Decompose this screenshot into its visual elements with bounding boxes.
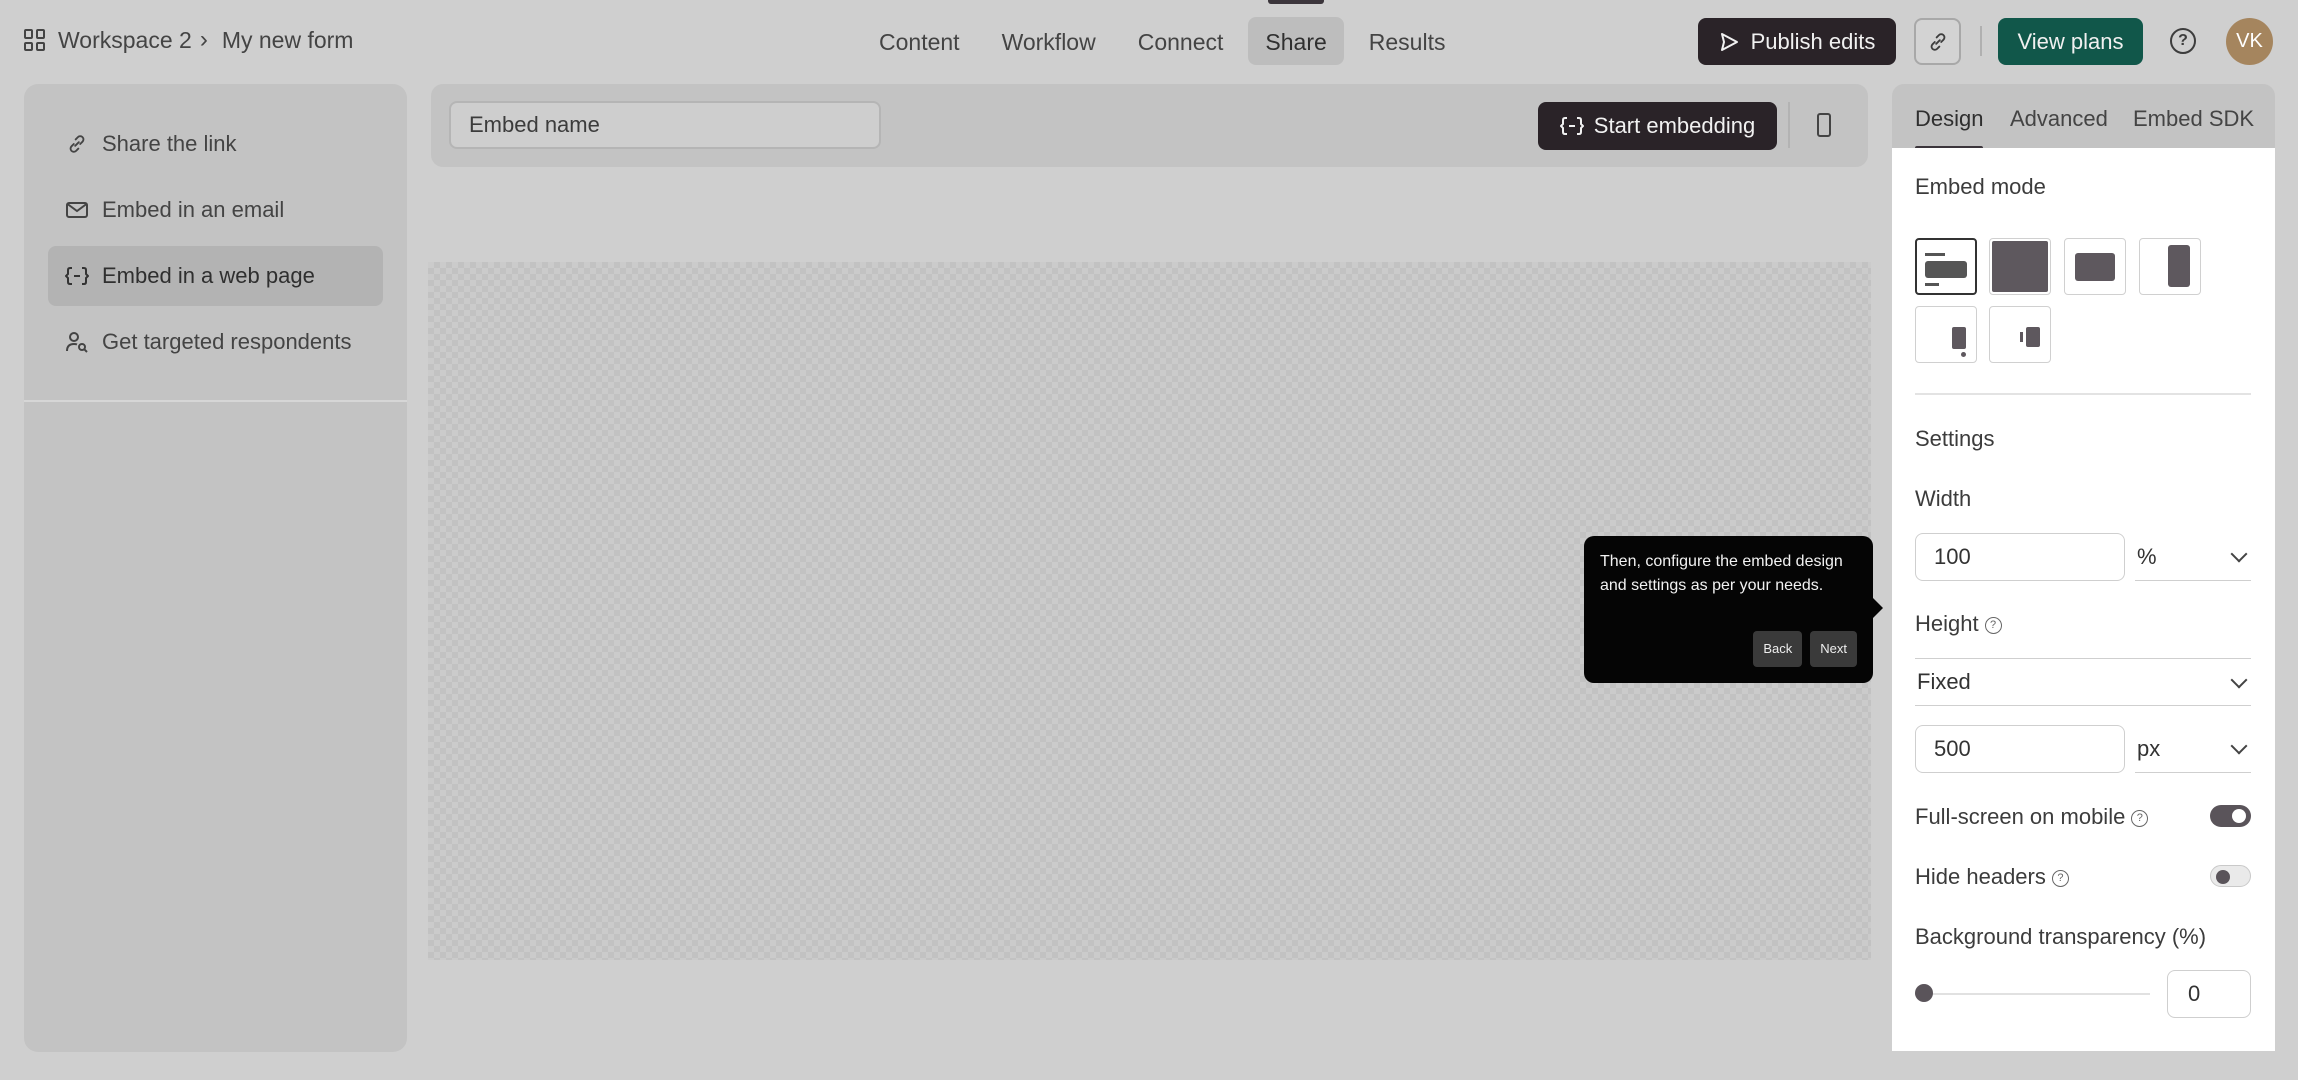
height-input[interactable]: 500 (1915, 725, 2125, 773)
embed-mode-popover[interactable] (1915, 306, 1977, 363)
embed-code-icon (1559, 117, 1584, 135)
width-input[interactable]: 100 (1915, 533, 2125, 581)
height-unit-select[interactable]: px (2135, 725, 2251, 773)
hide-headers-label: Hide headers (1915, 864, 2046, 889)
tooltip-next-button[interactable]: Next (1810, 631, 1857, 667)
sidebar-item-embed-email[interactable]: Embed in an email (48, 180, 383, 240)
main-nav: Content Workflow Connect Share Results (862, 0, 1463, 65)
tab-results[interactable]: Results (1352, 17, 1463, 65)
help-circle-icon[interactable]: ? (1984, 616, 2002, 634)
bg-transparency-slider-track[interactable] (1915, 993, 2150, 995)
settings-title: Settings (1915, 426, 1995, 451)
sidebar-item-label: Embed in a web page (102, 263, 315, 288)
help-circle-icon[interactable]: ? (2131, 809, 2149, 827)
tooltip-text: Then, configure the embed design and set… (1600, 553, 1843, 594)
start-embedding-label: Start embedding (1593, 113, 1756, 138)
link-icon (64, 131, 90, 157)
fullscreen-mobile-row: Full-screen on mobile? (1915, 804, 2149, 830)
bg-transparency-label: Background transparency (%) (1915, 924, 2207, 949)
width-unit-value: % (2137, 543, 2157, 569)
embed-mode-popup[interactable] (2064, 238, 2126, 295)
publish-edits-button[interactable]: Publish edits (1698, 18, 1896, 65)
embed-code-icon (64, 263, 90, 289)
bg-transparency-slider-thumb[interactable] (1915, 984, 1933, 1002)
height-mode-value: Fixed (1917, 669, 1971, 694)
help-circle-icon[interactable]: ? (2051, 869, 2069, 887)
embed-mode-standard[interactable] (1915, 238, 1977, 295)
embed-mode-side-tab[interactable] (1989, 306, 2051, 363)
chevron-down-icon (2230, 545, 2248, 563)
panel-divider (1915, 393, 2251, 395)
breadcrumb-form[interactable]: My new form (222, 27, 354, 54)
mail-icon (64, 197, 90, 223)
share-sidebar: Share the link Embed in an email Embed i… (24, 84, 407, 1052)
embed-toolbar: Start embedding (431, 84, 1868, 167)
link-icon (1930, 32, 1945, 51)
embed-mode-full-page[interactable] (1989, 238, 2051, 295)
hide-headers-toggle[interactable] (2210, 865, 2251, 887)
sidebar-item-label: Share the link (102, 131, 237, 156)
hide-headers-row: Hide headers? (1915, 864, 2069, 890)
onboarding-tooltip: Then, configure the embed design and set… (1584, 536, 1883, 683)
mobile-preview-icon[interactable] (1817, 113, 1831, 137)
fullscreen-mobile-toggle[interactable] (2210, 805, 2251, 827)
sidebar-divider (24, 400, 407, 402)
sidebar-item-share-link[interactable]: Share the link (48, 114, 383, 174)
help-icon[interactable]: ? (2170, 28, 2196, 54)
height-label: Height (1915, 611, 1979, 636)
chevron-down-icon (2230, 671, 2248, 689)
workspace-grid-icon[interactable] (24, 29, 46, 51)
chevron-down-icon (2230, 737, 2248, 755)
embed-name-input[interactable] (449, 101, 881, 149)
breadcrumb: Workspace 2 › My new form (24, 26, 353, 54)
breadcrumb-separator: › (199, 26, 208, 53)
avatar[interactable]: VK (2226, 18, 2273, 65)
breadcrumb-workspace[interactable]: Workspace 2 (58, 27, 192, 54)
tab-advanced[interactable]: Advanced (2010, 106, 2108, 132)
sidebar-item-label: Embed in an email (102, 197, 285, 222)
bg-transparency-input[interactable]: 0 (2167, 970, 2251, 1018)
tab-content[interactable]: Content (862, 17, 977, 65)
send-icon (1720, 32, 1738, 51)
tooltip-back-button[interactable]: Back (1753, 631, 1803, 667)
right-panel-tabs: Design Advanced Embed SDK (1892, 84, 2275, 156)
sidebar-item-targeted-respondents[interactable]: Get targeted respondents (48, 312, 383, 372)
user-search-icon (64, 329, 90, 355)
design-panel: Embed mode Settings Width 100 % Height ?… (1892, 148, 2275, 1051)
height-mode-select[interactable]: Fixed (1915, 658, 2251, 706)
toolbar-divider (1788, 102, 1790, 148)
width-label: Width (1915, 486, 1972, 511)
fullscreen-mobile-label: Full-screen on mobile (1915, 804, 2126, 829)
header-divider (1980, 26, 1982, 56)
sidebar-item-embed-web-page[interactable]: Embed in a web page (48, 246, 383, 306)
tab-share[interactable]: Share (1248, 0, 1344, 65)
tab-design[interactable]: Design (1915, 106, 1984, 150)
height-unit-value: px (2137, 735, 2161, 761)
publish-edits-label: Publish edits (1750, 28, 1876, 54)
view-plans-button[interactable]: View plans (1998, 18, 2143, 65)
top-bar: Workspace 2 › My new form Content Workfl… (0, 0, 2298, 82)
embed-mode-slider[interactable] (2139, 238, 2201, 295)
embed-mode-title: Embed mode (1915, 174, 2046, 199)
width-unit-select[interactable]: % (2135, 533, 2251, 581)
copy-link-button[interactable] (1914, 18, 1961, 65)
tab-workflow[interactable]: Workflow (985, 17, 1113, 65)
start-embedding-button[interactable]: Start embedding (1538, 102, 1777, 150)
tab-embed-sdk[interactable]: Embed SDK (2133, 106, 2254, 132)
tab-connect[interactable]: Connect (1121, 17, 1241, 65)
sidebar-item-label: Get targeted respondents (102, 329, 352, 354)
height-label-row: Height? (1915, 611, 2002, 637)
